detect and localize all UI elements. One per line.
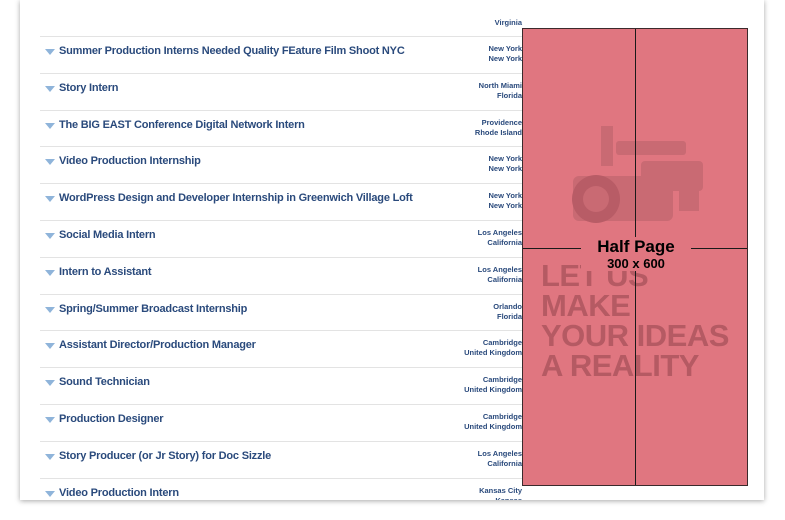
ad-size-name: Half Page bbox=[597, 237, 675, 256]
ad-size-label: Half Page 300 x 600 bbox=[581, 237, 691, 271]
job-location: North Miami Florida bbox=[479, 81, 522, 101]
job-location: New York New York bbox=[489, 191, 523, 211]
job-row[interactable]: Video Production Internship New York New Y… bbox=[40, 146, 526, 182]
expand-caret-icon[interactable] bbox=[45, 196, 55, 203]
ad-tagline-line: YOUR IDEAS bbox=[541, 318, 729, 353]
job-row[interactable]: Story Producer (or Jr Story) for Doc Siz… bbox=[40, 441, 526, 477]
job-region: Kansas bbox=[479, 496, 522, 500]
job-title-link[interactable]: WordPress Design and Developer Internshi… bbox=[59, 192, 413, 204]
expand-caret-icon[interactable] bbox=[45, 159, 55, 166]
expand-caret-icon[interactable] bbox=[45, 306, 55, 313]
job-row[interactable]: Story Intern North Miami Florida bbox=[40, 73, 526, 109]
job-location: Cambridge United Kingdom bbox=[464, 375, 522, 395]
job-title-link[interactable]: The BIG EAST Conference Digital Network … bbox=[59, 119, 305, 131]
job-title-link[interactable]: Production Designer bbox=[59, 413, 164, 425]
job-city: Providence bbox=[481, 117, 522, 127]
job-title-link[interactable]: Story Producer (or Jr Story) for Doc Siz… bbox=[59, 450, 271, 462]
job-region: Florida bbox=[496, 90, 522, 100]
expand-caret-icon[interactable] bbox=[45, 343, 55, 350]
job-title-link[interactable]: Assistant Director/Production Manager bbox=[59, 339, 256, 351]
job-title-link[interactable]: Spring/Summer Broadcast Internship bbox=[59, 303, 247, 315]
job-city: Los Angeles bbox=[477, 448, 522, 458]
job-city: New York bbox=[488, 191, 523, 201]
job-title-link[interactable]: Video Production Internship bbox=[59, 155, 201, 167]
expand-caret-icon[interactable] bbox=[45, 380, 55, 387]
job-city: New York bbox=[488, 44, 523, 53]
job-row[interactable]: Video Production Intern Kansas CityKansas bbox=[40, 478, 526, 500]
job-row[interactable]: Production Designer Cambridge United Kingd… bbox=[40, 404, 526, 440]
job-city: New York bbox=[488, 154, 523, 164]
job-row[interactable]: Spring/Summer Broadcast Internship Orland… bbox=[40, 294, 526, 330]
ad-placeholder[interactable]: LET US MAKE YOUR IDEAS A REALITY Half Pa… bbox=[522, 28, 748, 486]
job-region: United Kingdom bbox=[464, 385, 522, 395]
job-region: New York bbox=[488, 54, 523, 63]
job-region: United Kingdom bbox=[464, 348, 522, 358]
job-city: Los Angeles bbox=[477, 264, 522, 274]
job-row[interactable]: Intern to Assistant Los Angeles California bbox=[40, 257, 526, 293]
job-city: North Miami bbox=[478, 80, 522, 90]
job-title-link[interactable]: Video Production Intern bbox=[59, 487, 179, 499]
expand-caret-icon[interactable] bbox=[45, 417, 55, 423]
job-location: Los Angeles California bbox=[478, 228, 522, 248]
job-city: Cambridge bbox=[482, 375, 522, 385]
job-list: Virginia Summer Production Interns Neede… bbox=[40, 0, 526, 500]
expand-caret-icon[interactable] bbox=[45, 269, 55, 276]
job-region: United Kingdom bbox=[464, 422, 522, 431]
job-region: New York bbox=[488, 164, 523, 174]
job-region: New York bbox=[488, 201, 523, 211]
job-row[interactable]: Social Media Intern Los Angeles California bbox=[40, 220, 526, 256]
job-title-link[interactable]: Social Media Intern bbox=[59, 229, 156, 241]
job-region: Rhode Island bbox=[474, 127, 522, 137]
expand-caret-icon[interactable] bbox=[45, 233, 55, 239]
expand-caret-icon[interactable] bbox=[45, 85, 55, 92]
video-camera-icon bbox=[572, 126, 703, 223]
job-city: Los Angeles bbox=[477, 228, 522, 237]
job-location: Kansas CityKansas bbox=[479, 486, 522, 500]
job-row[interactable]: Sound Technician Cambridge United Kingdom bbox=[40, 367, 526, 403]
job-location: Los Angeles California bbox=[478, 449, 522, 469]
job-location: Providence Rhode Island bbox=[475, 118, 522, 138]
location-top: Virginia bbox=[494, 18, 522, 27]
job-title-link[interactable]: Sound Technician bbox=[59, 376, 150, 388]
job-location: Cambridge United Kingdom bbox=[464, 338, 522, 358]
job-city: Orlando bbox=[493, 301, 522, 311]
job-title-link[interactable]: Story Intern bbox=[59, 82, 119, 94]
job-city: Kansas City bbox=[479, 485, 522, 495]
job-city: Cambridge bbox=[482, 412, 522, 421]
page-frame: Virginia Summer Production Interns Neede… bbox=[20, 0, 764, 500]
expand-caret-icon[interactable] bbox=[45, 49, 55, 55]
job-title-link[interactable]: Summer Production Interns Needed Quality… bbox=[59, 45, 405, 57]
job-location: Los Angeles California bbox=[478, 265, 522, 285]
job-location: Cambridge United Kingdom bbox=[464, 412, 522, 432]
job-region: California bbox=[487, 238, 522, 247]
job-region: Florida bbox=[496, 311, 522, 321]
job-region: California bbox=[487, 458, 522, 468]
ad-tagline: LET US MAKE YOUR IDEAS A REALITY bbox=[541, 260, 741, 383]
job-row[interactable]: Assistant Director/Production Manager Cam… bbox=[40, 330, 526, 366]
job-row[interactable]: WordPress Design and Developer Internshi… bbox=[40, 183, 526, 219]
job-row[interactable]: Summer Production Interns Needed Quality… bbox=[40, 36, 526, 72]
job-location: New York New York bbox=[489, 154, 523, 174]
job-row[interactable]: The BIG EAST Conference Digital Network … bbox=[40, 110, 526, 146]
expand-caret-icon[interactable] bbox=[45, 490, 55, 497]
job-city: Cambridge bbox=[482, 338, 522, 348]
job-location: Orlando Florida bbox=[493, 302, 522, 322]
job-title-link[interactable]: Intern to Assistant bbox=[59, 266, 152, 278]
job-location: New York New York bbox=[489, 44, 523, 64]
job-region: California bbox=[487, 274, 522, 284]
expand-caret-icon[interactable] bbox=[45, 453, 55, 460]
ad-dimensions: 300 x 600 bbox=[607, 256, 665, 271]
ad-tagline-line: A REALITY bbox=[541, 348, 699, 383]
expand-caret-icon[interactable] bbox=[45, 122, 55, 129]
